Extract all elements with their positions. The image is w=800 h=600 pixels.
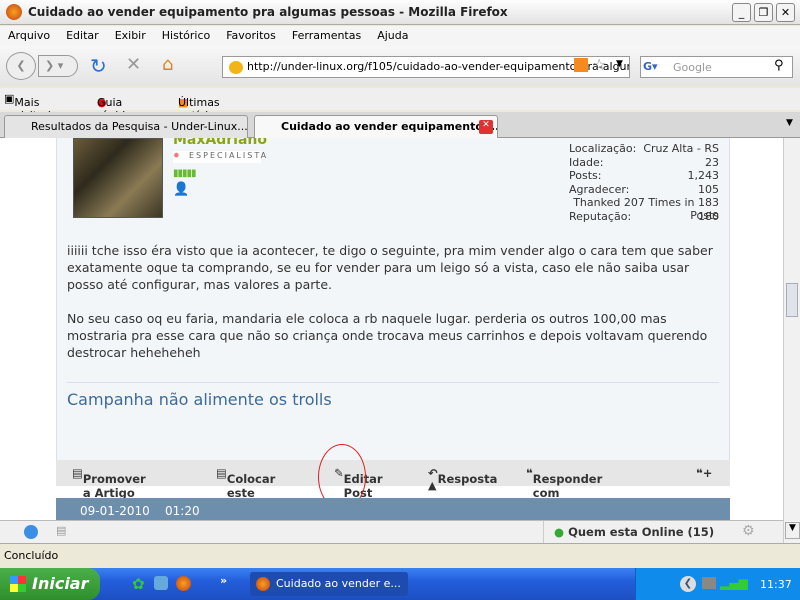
tab-search-results[interactable]: Resultados da Pesquisa - Under-Linux....: [4, 115, 248, 138]
quicklaunch-ie-icon[interactable]: [154, 576, 168, 590]
window-title: Cuidado ao vender equipamento pra alguma…: [28, 5, 508, 19]
post-to-blog-button[interactable]: ▤ Colocar este post no Blog: [216, 466, 275, 520]
search-placeholder: Google: [673, 61, 712, 74]
bookmarks-toolbar: ▣ Mais visitados ● Guia rápido ■ Últimas…: [0, 88, 800, 122]
stat-thanks: Agradecer: 105: [569, 183, 719, 196]
rss-icon[interactable]: [574, 58, 588, 72]
quicklaunch-firefox-icon[interactable]: [176, 576, 191, 591]
stat-reputation: Reputação: 180: [569, 210, 719, 223]
post-actions-bar: ▤ Promover a Artigo ▤ Colocar este post …: [56, 460, 730, 520]
users-icon: ●: [554, 525, 565, 539]
firefox-icon: [6, 4, 22, 20]
message-paragraph: iiiiii tche isso éra visto que ia aconte…: [67, 243, 713, 292]
stat-location: Localização: Cruz Alta - RS: [569, 142, 719, 155]
multi-quote-icon[interactable]: ❝+: [696, 466, 712, 480]
taskbar-firefox-window[interactable]: Cuidado ao vender e...: [250, 572, 408, 596]
next-post-header: 09-01-2010 01:20: [56, 498, 730, 520]
signature-divider: [67, 382, 719, 383]
tray-expand-icon[interactable]: ❮: [680, 576, 696, 592]
scroll-down-button[interactable]: ▼: [785, 522, 800, 539]
menu-historico[interactable]: Histórico: [162, 29, 210, 42]
maximize-button[interactable]: ❐: [754, 3, 773, 22]
home-icon[interactable]: ⌂: [162, 54, 173, 75]
title-bar: Cuidado ao vender equipamento pra alguma…: [0, 0, 800, 25]
taskbar: Iniciar ✿ » Cuidado ao vender e... PT ❮ …: [0, 568, 800, 600]
message-paragraph: No seu caso oq eu faria, mandaria ele co…: [67, 311, 708, 360]
status-bar: Concluído: [0, 543, 800, 567]
start-button[interactable]: Iniciar: [0, 568, 100, 600]
vertical-scrollbar[interactable]: ▼: [783, 138, 800, 543]
site-icon: [229, 60, 243, 74]
clock[interactable]: 11:37: [760, 578, 792, 591]
signal-icon[interactable]: ▂▄▆: [720, 576, 748, 590]
who-is-online-button[interactable]: ● Quem esta Online (15): [543, 521, 735, 543]
url-text: http://under-linux.org/f105/cuidado-ao-v…: [247, 60, 630, 73]
forum-post: MaxAdriano ✹ ESPECIALISTA ▮▮▮▮▮ 👤 Localiz…: [56, 138, 730, 460]
page-content: MaxAdriano ✹ ESPECIALISTA ▮▮▮▮▮ 👤 Localiz…: [0, 138, 783, 520]
gear-icon[interactable]: ⚙: [742, 523, 755, 539]
url-dropdown-icon[interactable]: ▼: [616, 59, 623, 69]
reputation-bar: ▮▮▮▮▮: [173, 168, 196, 179]
quicklaunch-icon[interactable]: ✿: [132, 575, 145, 593]
globe-icon[interactable]: [24, 525, 38, 539]
menu-exibir[interactable]: Exibir: [115, 29, 146, 42]
tab-current[interactable]: Cuidado ao vender equipamento ... ✕: [254, 115, 498, 138]
post-date: 09-01-2010: [80, 504, 150, 518]
bookmark-mais-visitados[interactable]: ▣ Mais visitados: [4, 92, 63, 122]
medal-icon: ✹: [173, 151, 182, 160]
chat-icon[interactable]: ▤: [56, 524, 66, 537]
quicklaunch-more-icon[interactable]: »: [220, 574, 227, 587]
star-icon[interactable]: ☆: [592, 55, 606, 74]
stat-posts: Posts: 1,243: [569, 169, 719, 182]
search-icon[interactable]: ⚲: [774, 58, 784, 73]
url-field[interactable]: http://under-linux.org/f105/cuidado-ao-v…: [222, 56, 630, 78]
user-status-icon: 👤: [173, 182, 190, 197]
tab-label: Resultados da Pesquisa - Under-Linux....: [31, 120, 248, 133]
post-message: iiiiii tche isso éra visto que ia aconte…: [67, 242, 717, 378]
rank-badge: ✹ ESPECIALISTA: [173, 151, 266, 163]
menu-favoritos[interactable]: Favoritos: [226, 29, 276, 42]
system-tray: ❮ ▂▄▆ 11:37: [635, 568, 800, 600]
reply-button[interactable]: ↶ Resposta: [428, 466, 497, 486]
menu-ferramentas[interactable]: Ferramentas: [292, 29, 361, 42]
scroll-thumb[interactable]: [786, 283, 798, 317]
firefox-icon: [256, 577, 270, 591]
stat-age: Idade: 23: [569, 156, 719, 169]
menu-bar: Arquivo Editar Exibir Histórico Favoritos Fer…: [0, 26, 800, 46]
avatar: [73, 138, 163, 218]
menu-editar[interactable]: Editar: [66, 29, 99, 42]
addon-bar: ▤ ● Quem esta Online (15) ⚙: [0, 520, 783, 543]
promote-article-button[interactable]: ▤ Promover a Artigo: [72, 466, 146, 500]
tab-bar: Resultados da Pesquisa - Under-Linux....…: [0, 112, 800, 138]
network-icon[interactable]: [702, 577, 716, 589]
reply-with-quote-button[interactable]: ❝ Responder com Citação: [526, 466, 602, 514]
status-text: Concluído: [4, 549, 59, 562]
report-icon[interactable]: ▲: [428, 479, 436, 492]
navigation-toolbar: ❮ ❯ ▾ ↻ ✕ ⌂ http://under-linux.org/f105/…: [0, 46, 800, 86]
back-button[interactable]: ❮: [6, 52, 36, 80]
tab-list-icon[interactable]: ▼: [786, 118, 793, 128]
forward-button[interactable]: ❯ ▾: [38, 55, 78, 77]
google-icon[interactable]: G▾: [643, 60, 658, 73]
close-tab-icon[interactable]: ✕: [479, 120, 493, 134]
search-input[interactable]: Google: [640, 56, 793, 78]
close-button[interactable]: ✕: [776, 3, 795, 22]
username-link[interactable]: MaxAdriano: [173, 138, 267, 148]
windows-logo-icon: [10, 576, 26, 592]
menu-ajuda[interactable]: Ajuda: [377, 29, 408, 42]
reload-icon[interactable]: ↻: [90, 54, 107, 78]
menu-arquivo[interactable]: Arquivo: [8, 29, 50, 42]
tab-label: Cuidado ao vender equipamento ...: [281, 120, 498, 133]
stop-icon[interactable]: ✕: [126, 54, 141, 75]
minimize-button[interactable]: _: [732, 3, 751, 22]
signature-link[interactable]: Campanha não alimente os trolls: [67, 390, 332, 409]
post-time: 01:20: [165, 504, 200, 518]
